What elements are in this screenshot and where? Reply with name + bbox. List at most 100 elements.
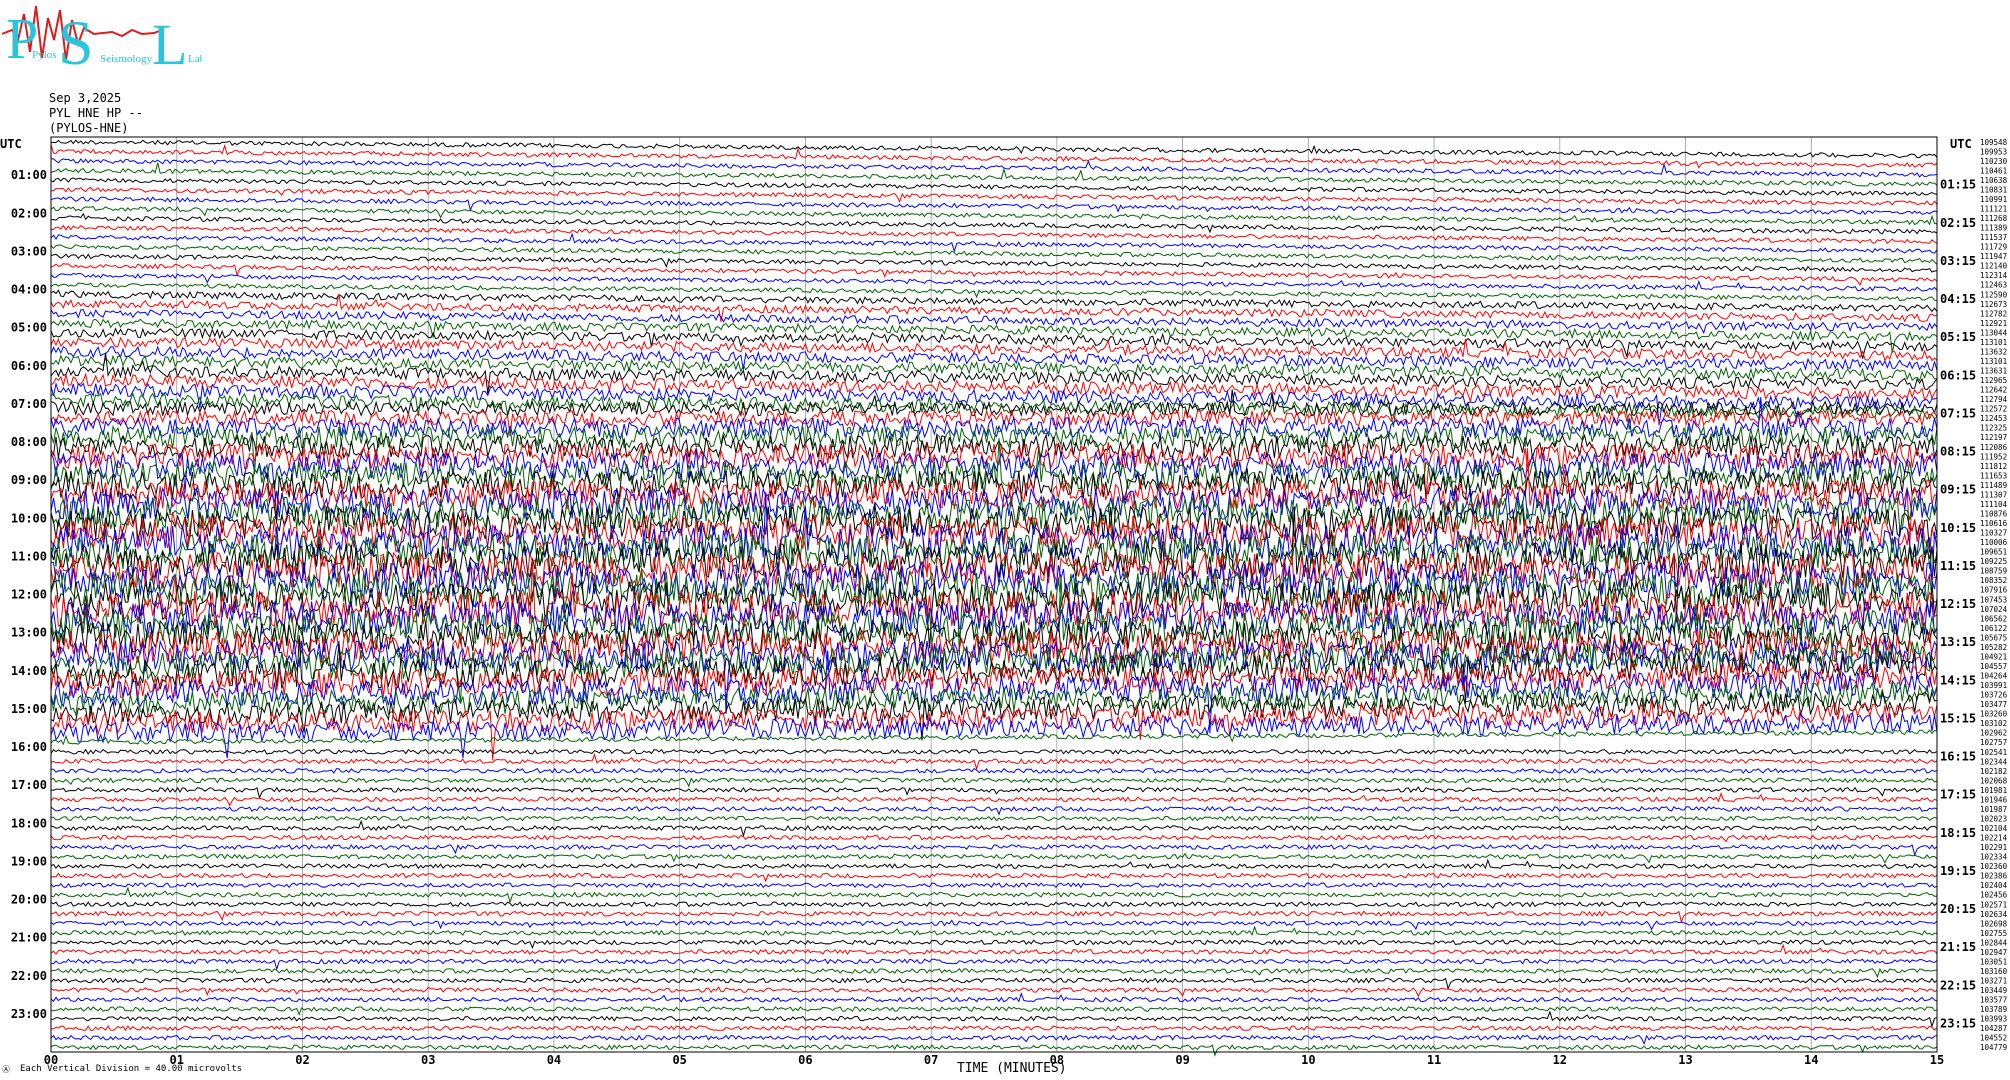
left-time-label: 18:00 xyxy=(11,816,47,830)
right-trace-value: 112921 xyxy=(1980,319,2007,328)
helicorder-plot: 00 01 02 03 04 05 06 07 08 09 10 11 12 13 14 15 01:0002… xyxy=(0,136,2008,1076)
x-tick-label: 15 xyxy=(1930,1053,1944,1067)
left-time-label: 07:00 xyxy=(11,397,47,411)
right-trace-value: 103102 xyxy=(1980,719,2007,728)
right-trace-value: 103993 xyxy=(1980,1015,2007,1024)
right-trace-value: 103160 xyxy=(1980,967,2008,976)
right-trace-value: 111489 xyxy=(1980,481,2007,490)
right-trace-value: 103789 xyxy=(1980,1005,2007,1014)
right-trace-value: 102541 xyxy=(1980,748,2007,757)
trace-line xyxy=(50,1043,1938,1057)
trace-line xyxy=(50,967,1938,979)
trace-line xyxy=(50,372,1938,404)
right-time-label: 14:15 xyxy=(1940,673,1976,687)
right-trace-value: 112453 xyxy=(1980,414,2007,423)
right-trace-value: 104779 xyxy=(1980,1043,2007,1052)
right-trace-value: 112965 xyxy=(1980,376,2007,385)
trace-line xyxy=(50,177,1938,197)
x-tick-label: 10 xyxy=(1301,1053,1315,1067)
right-trace-value: 112140 xyxy=(1980,262,2008,271)
right-time-label: 03:15 xyxy=(1940,254,1976,268)
right-time-label: 07:15 xyxy=(1940,406,1976,420)
right-trace-value: 110461 xyxy=(1980,166,2007,175)
right-time-label: 05:15 xyxy=(1940,330,1976,344)
trace-line xyxy=(50,1010,1938,1028)
right-trace-value: 112642 xyxy=(1980,386,2007,395)
right-trace-value: 112572 xyxy=(1980,405,2007,414)
trace-line xyxy=(50,1025,1938,1032)
right-time-label: 18:15 xyxy=(1940,826,1976,840)
left-time-label: 01:00 xyxy=(11,168,47,182)
trace-line xyxy=(50,318,1938,353)
right-trace-value: 112314 xyxy=(1980,271,2008,280)
right-trace-value: 102844 xyxy=(1980,938,2008,947)
right-trace-value: 113101 xyxy=(1980,338,2007,347)
right-time-label: 09:15 xyxy=(1940,483,1976,497)
trace-line xyxy=(50,244,1938,265)
right-time-label: 19:15 xyxy=(1940,864,1976,878)
right-trace-value: 112673 xyxy=(1980,300,2007,309)
right-trace-value: 107024 xyxy=(1980,605,2008,614)
right-trace-value: 106122 xyxy=(1980,624,2007,633)
trace-line xyxy=(50,206,1938,226)
trace-line xyxy=(50,858,1938,870)
trace-line xyxy=(50,776,1938,788)
right-trace-value: 104287 xyxy=(1980,1024,2007,1033)
right-trace-value: 105675 xyxy=(1980,633,2007,642)
x-tick-label: 06 xyxy=(798,1053,812,1067)
left-time-label: 23:00 xyxy=(11,1007,47,1021)
left-utc-header: UTC xyxy=(0,137,22,151)
right-trace-value: 101987 xyxy=(1980,805,2007,814)
right-time-label: 15:15 xyxy=(1940,711,1976,725)
right-trace-value: 112794 xyxy=(1980,395,2008,404)
right-trace-value: 109651 xyxy=(1980,548,2007,557)
x-tick-label: 04 xyxy=(547,1053,561,1067)
x-tick-label: 14 xyxy=(1804,1053,1818,1067)
trace-line xyxy=(50,336,1938,362)
trace-line xyxy=(50,901,1938,909)
trace-line xyxy=(50,753,1938,771)
x-tick-label: 11 xyxy=(1427,1053,1441,1067)
right-trace-value: 102360 xyxy=(1980,862,2008,871)
right-trace-value: 113101 xyxy=(1980,357,2007,366)
right-trace-value: 112086 xyxy=(1980,443,2008,452)
trace-line xyxy=(50,910,1938,924)
right-trace-value: 105282 xyxy=(1980,643,2007,652)
right-trace-value: 111268 xyxy=(1980,214,2008,223)
trace-line xyxy=(50,729,1938,746)
trace-line xyxy=(50,843,1938,857)
right-time-label: 10:15 xyxy=(1940,521,1976,535)
trace-line xyxy=(50,925,1938,936)
right-time-label: 22:15 xyxy=(1940,978,1976,992)
right-utc-header: UTC xyxy=(1950,137,1972,151)
right-trace-value: 109225 xyxy=(1980,557,2007,566)
left-time-label: 15:00 xyxy=(11,702,47,716)
right-trace-value: 110616 xyxy=(1980,519,2008,528)
right-trace-value: 106562 xyxy=(1980,614,2007,623)
trace-line xyxy=(50,919,1938,931)
right-trace-value: 103260 xyxy=(1980,710,2008,719)
right-trace-value: 111812 xyxy=(1980,462,2007,471)
trace-line xyxy=(50,815,1938,822)
right-trace-value: 102571 xyxy=(1980,900,2007,909)
right-time-label: 04:15 xyxy=(1940,292,1976,306)
right-trace-value: 103991 xyxy=(1980,681,2007,690)
seismic-traces xyxy=(50,139,1938,1057)
left-utc-labels: 01:00 02:00 03:00 04:00 05:00 06:00 07:00 08:00… xyxy=(11,168,47,1021)
left-time-label: 22:00 xyxy=(11,969,47,983)
right-trace-value: 102404 xyxy=(1980,881,2008,890)
right-trace-value: 104552 xyxy=(1980,1034,2007,1043)
x-tick-label: 09 xyxy=(1175,1053,1189,1067)
right-time-label: 12:15 xyxy=(1940,597,1976,611)
corner-mark: Ⓐ xyxy=(2,1065,10,1074)
right-trace-value: 112325 xyxy=(1980,424,2007,433)
trace-line xyxy=(50,943,1938,956)
right-trace-value: 111729 xyxy=(1980,243,2007,252)
right-trace-value: 108352 xyxy=(1980,576,2007,585)
right-trace-value: 113631 xyxy=(1980,367,2007,376)
trace-line xyxy=(50,805,1938,816)
right-trace-value: 113044 xyxy=(1980,328,2008,337)
right-trace-value: 107916 xyxy=(1980,586,2008,595)
right-trace-value: 102334 xyxy=(1980,853,2008,862)
trace-line xyxy=(51,139,1938,159)
